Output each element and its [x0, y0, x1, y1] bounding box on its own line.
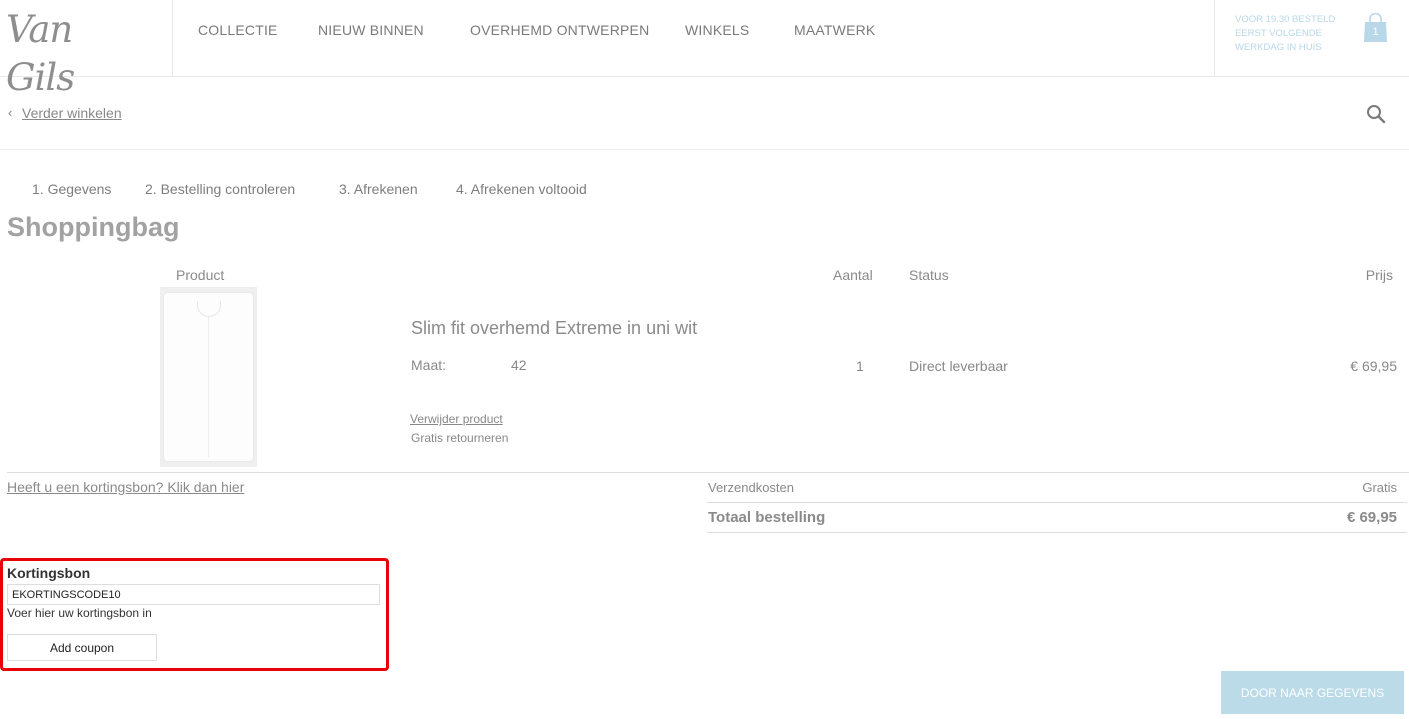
shirt-image [164, 293, 253, 461]
shirt-collar [197, 301, 221, 317]
cart-count: 1 [1372, 26, 1378, 38]
product-name[interactable]: Slim fit overhemd Extreme in uni wit [411, 318, 697, 339]
logo[interactable]: Van Gils [6, 6, 136, 99]
shirt-placket [208, 317, 209, 457]
divider [7, 472, 1409, 473]
step-bestelling-controleren[interactable]: 2. Bestelling controleren [145, 181, 295, 197]
size-label: Maat: [411, 357, 447, 373]
column-header-qty: Aantal [833, 267, 873, 283]
site-header: Van Gils COLLECTIE NIEUW BINNEN OVERHEMD… [0, 0, 1409, 99]
remove-product-link[interactable]: Verwijder product [410, 412, 503, 426]
product-image[interactable] [160, 287, 257, 467]
coupon-title: Kortingsbon [7, 565, 91, 581]
size-value: 42 [511, 357, 527, 373]
continue-shopping-link[interactable]: Verder winkelen [22, 105, 122, 121]
quantity-value: 1 [856, 358, 864, 374]
coupon-code-input[interactable] [7, 584, 380, 605]
shipping-value: Gratis [1362, 480, 1397, 495]
delivery-promo: VOOR 19.30 BESTELD EERST VOLGENDE WERKDA… [1235, 13, 1345, 55]
add-coupon-button[interactable]: Add coupon [7, 634, 157, 661]
page-title: Shoppingbag [7, 212, 180, 242]
shopping-bag-icon[interactable]: 1 [1363, 12, 1388, 43]
order-total-value: € 69,95 [1346, 509, 1397, 526]
item-price: € 69,95 [1350, 358, 1397, 374]
continue-to-details-button[interactable]: DOOR NAAR GEGEVENS [1221, 671, 1404, 714]
coupon-form: Kortingsbon Voer hier uw kortingsbon in … [0, 558, 389, 671]
coupon-help-text: Voer hier uw kortingsbon in [7, 606, 152, 620]
column-header-status: Status [909, 267, 949, 283]
divider [1214, 0, 1215, 77]
nav-item-overhemd-ontwerpen[interactable]: OVERHEMD ONTWERPEN [470, 22, 649, 38]
step-afrekenen-voltooid[interactable]: 4. Afrekenen voltooid [456, 181, 587, 197]
divider [172, 0, 173, 77]
order-total-label: Totaal bestelling [708, 509, 826, 526]
search-icon[interactable] [1366, 104, 1386, 124]
coupon-toggle-link[interactable]: Heeft u een kortingsbon? Klik dan hier [7, 479, 244, 495]
stock-status: Direct leverbaar [909, 358, 1008, 374]
nav-item-collectie[interactable]: COLLECTIE [198, 22, 278, 38]
column-header-product: Product [176, 267, 225, 283]
divider [707, 532, 1407, 533]
nav-item-nieuw-binnen[interactable]: NIEUW BINNEN [318, 22, 424, 38]
promo-line: VOOR 19.30 BESTELD [1235, 14, 1336, 25]
nav-item-maatwerk[interactable]: MAATWERK [794, 22, 875, 38]
column-header-price: Prijs [1365, 267, 1393, 283]
sub-navigation: ‹ Verder winkelen [0, 78, 1409, 150]
step-afrekenen[interactable]: 3. Afrekenen [339, 181, 418, 197]
step-gegevens[interactable]: 1. Gegevens [32, 181, 111, 197]
promo-line: WERKDAG IN HUIS [1235, 42, 1322, 53]
chevron-left-icon[interactable]: ‹ [8, 105, 12, 120]
promo-line: EERST VOLGENDE [1235, 28, 1322, 39]
nav-item-winkels[interactable]: WINKELS [685, 22, 749, 38]
shipping-label: Verzendkosten [708, 480, 795, 495]
free-return-note: Gratis retourneren [411, 431, 509, 445]
divider [707, 502, 1407, 503]
